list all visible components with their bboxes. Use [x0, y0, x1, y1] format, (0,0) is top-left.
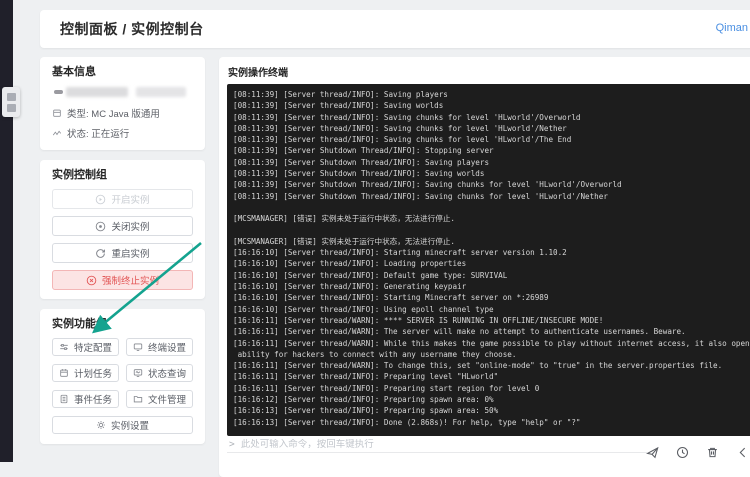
terminal-title: 实例操作终端 [228, 68, 288, 79]
monitor-icon [133, 343, 143, 351]
folder-icon [133, 396, 143, 403]
chevron-icon [739, 447, 746, 458]
instance-function-card: 实例功能组 特定配置 终端设置 计划任务 状态查询 事件任务 文件管理 实例设置 [40, 309, 205, 444]
history-icon [676, 446, 689, 459]
collapsed-sidebar-strip [0, 0, 13, 462]
console-line: [16:16:10] [Server thread/INFO]: Startin… [233, 248, 567, 258]
more-actions-button[interactable] [736, 446, 749, 459]
console-line: [16:16:12] [Server thread/INFO]: Prepari… [233, 395, 494, 405]
console-toolbar [646, 446, 749, 459]
drawer-handle-dot [6, 92, 16, 101]
drawer-handle[interactable] [2, 87, 20, 117]
terminal-settings-button[interactable]: 终端设置 [126, 338, 193, 356]
start-instance-button[interactable]: 开启实例 [52, 189, 193, 209]
schedule-tasks-label: 计划任务 [73, 369, 112, 380]
instance-settings-button[interactable]: 实例设置 [52, 416, 193, 434]
console-line: [16:16:10] [Server thread/INFO]: Loading… [233, 259, 467, 269]
instance-function-title: 实例功能组 [52, 318, 107, 330]
send-icon [646, 446, 659, 459]
console-line: [16:16:11] [Server thread/WARN]: The ser… [233, 327, 686, 337]
list-icon [60, 394, 68, 404]
drawer-handle-dot [6, 103, 16, 112]
console-line: [08:11:39] [Server Shutdown Thread/INFO]… [233, 146, 494, 156]
instance-status-row: 状态: 正在运行 [52, 127, 193, 140]
tag-icon [53, 109, 61, 117]
event-tasks-button[interactable]: 事件任务 [52, 390, 119, 408]
sliders-icon [60, 344, 68, 351]
prompt-icon: > [229, 439, 235, 450]
console-line: [08:11:39] [Server thread/INFO]: Saving … [233, 101, 444, 111]
file-manager-label: 文件管理 [147, 395, 186, 406]
user-link[interactable]: Qiman [716, 22, 748, 34]
console-line: [16:16:11] [Server thread/WARN]: **** SE… [233, 315, 604, 325]
breadcrumb[interactable]: 控制面板 / 实例控制台 [60, 19, 204, 39]
console-line: [08:11:39] [Server thread/INFO]: Saving … [233, 90, 448, 99]
status-screen-icon [133, 369, 143, 377]
console-line: [16:16:11] [Server thread/INFO]: Prepari… [233, 383, 540, 393]
console-line: [16:16:10] [Server thread/INFO]: Generat… [233, 282, 467, 292]
stop-instance-label: 关闭实例 [111, 222, 150, 233]
header-bar: 控制面板 / 实例控制台 Qiman [40, 10, 750, 48]
console-line: [08:11:39] [Server Shutdown Thread/INFO]… [233, 157, 490, 167]
app-root: { "header": { "breadcrumb": "控制面板 / 实例控制… [0, 0, 750, 477]
console-line: [16:16:11] [Server thread/WARN]: To chan… [233, 361, 723, 371]
stop-circle-icon [86, 275, 97, 285]
clear-console-button[interactable] [706, 446, 719, 459]
status-query-button[interactable]: 状态查询 [126, 364, 193, 382]
console-line: [16:16:13] [Server thread/INFO]: Done (2… [233, 417, 581, 427]
file-manager-button[interactable]: 文件管理 [126, 390, 193, 408]
play-circle-icon [96, 194, 106, 204]
calendar-icon [60, 369, 68, 377]
schedule-tasks-button[interactable]: 计划任务 [52, 364, 119, 382]
redacted-instance-name [52, 87, 193, 98]
history-button[interactable] [676, 446, 689, 459]
console-line: [08:11:39] [Server thread/INFO]: Saving … [233, 112, 581, 122]
gear-icon [96, 421, 105, 429]
console-line: [08:11:39] [Server Shutdown Thread/INFO]… [233, 180, 622, 190]
instance-type-row: 类型: MC Java 版通用 [52, 107, 193, 120]
terminal-settings-label: 终端设置 [147, 343, 186, 354]
trash-icon [708, 447, 717, 458]
instance-control-card: 实例控制组 开启实例 关闭实例 重启实例 强制终止实例 [40, 160, 205, 299]
restart-icon [96, 248, 106, 258]
activity-icon [52, 130, 62, 135]
console-line: [MCSMANAGER] [错误] 实例未处于运行中状态，无法进行停止. [233, 236, 455, 246]
kill-instance-button[interactable]: 强制终止实例 [52, 270, 193, 290]
command-input[interactable] [240, 439, 645, 450]
specific-config-label: 特定配置 [73, 343, 112, 354]
console-line: [16:16:11] [Server thread/WARN]: While t… [233, 338, 750, 348]
instance-status-label: 状态: 正在运行 [67, 128, 130, 140]
console-line: [16:16:11] [Server thread/INFO]: Prepari… [233, 372, 499, 382]
instance-control-title: 实例控制组 [52, 169, 107, 181]
console-line: [16:16:13] [Server thread/INFO]: Prepari… [233, 406, 499, 416]
console-line: [MCSMANAGER] [错误] 实例未处于运行中状态，无法进行停止. [233, 214, 455, 224]
basic-info-card: 基本信息 类型: MC Java 版通用 状态: 正在运行 [40, 57, 205, 150]
console-line: [08:11:39] [Server Shutdown Thread/INFO]… [233, 169, 485, 179]
console-line: [08:11:39] [Server thread/INFO]: Saving … [233, 123, 567, 133]
console-line: [08:11:39] [Server Shutdown Thread/INFO]… [233, 191, 608, 201]
console-line: [16:16:10] [Server thread/INFO]: Default… [233, 270, 508, 280]
console-line: [08:11:39] [Server thread/INFO]: Saving … [233, 135, 572, 145]
specific-config-button[interactable]: 特定配置 [52, 338, 119, 356]
terminal-panel: 实例操作终端 [08:11:39] [Server thread/INFO]: … [219, 57, 750, 477]
stop-instance-button[interactable]: 关闭实例 [52, 216, 193, 236]
power-circle-icon [96, 221, 106, 231]
send-command-button[interactable] [646, 446, 659, 459]
start-instance-label: 开启实例 [111, 195, 150, 206]
event-tasks-label: 事件任务 [73, 395, 112, 406]
instance-type-label: 类型: MC Java 版通用 [67, 108, 160, 120]
console-line: [16:16:10] [Server thread/INFO]: Using e… [233, 304, 494, 314]
console-output[interactable]: [08:11:39] [Server thread/INFO]: Saving … [227, 84, 750, 436]
console-line: ability for hackers to connect with any … [233, 349, 517, 359]
basic-info-title: 基本信息 [52, 66, 96, 78]
command-input-row: > [227, 437, 647, 453]
kill-instance-label: 强制终止实例 [101, 276, 159, 287]
instance-settings-label: 实例设置 [110, 421, 149, 432]
restart-instance-label: 重启实例 [111, 249, 150, 260]
status-query-label: 状态查询 [147, 369, 186, 380]
console-line: [16:16:10] [Server thread/INFO]: Startin… [233, 293, 549, 303]
restart-instance-button[interactable]: 重启实例 [52, 243, 193, 263]
